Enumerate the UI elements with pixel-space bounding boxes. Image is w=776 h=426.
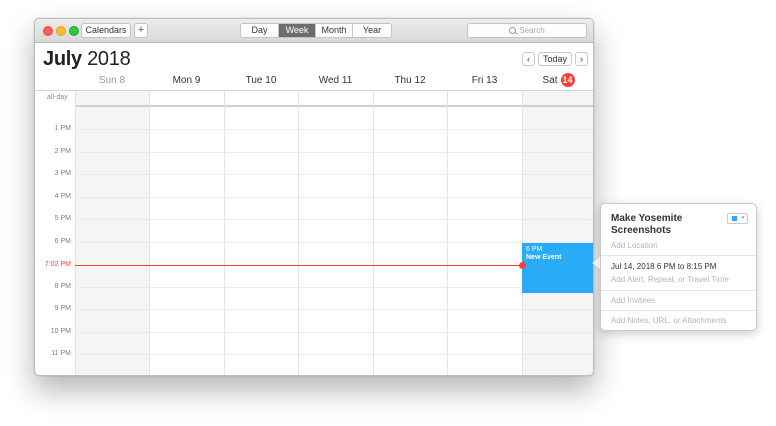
day-header-fri: Fri 13 <box>471 75 498 86</box>
all-day-label: all-day <box>47 94 68 101</box>
current-time-dot <box>519 262 526 269</box>
new-event-block[interactable]: 6 PM New Event <box>522 243 593 293</box>
column-divider <box>447 91 448 375</box>
hour-line <box>75 354 593 355</box>
today-button[interactable]: Today <box>538 52 572 66</box>
hour-line <box>75 197 593 198</box>
event-details-popover: Make Yosemite Screenshots ⌄ Add Location… <box>600 203 757 331</box>
today-badge: 14 <box>560 73 575 87</box>
alert-repeat-field[interactable]: Add Alert, Repeat, or Travel Time <box>611 275 729 284</box>
hour-label: 3 PM <box>54 170 71 177</box>
invitees-field[interactable]: Add Invitees <box>611 296 655 305</box>
view-month-tab[interactable]: Month <box>316 24 353 37</box>
chevron-down-icon: ⌄ <box>740 213 746 220</box>
location-field[interactable]: Add Location <box>611 241 658 250</box>
current-time-line <box>75 265 522 266</box>
weekend-column-sun <box>75 91 149 375</box>
column-divider <box>149 91 150 375</box>
hour-line <box>75 152 593 153</box>
event-title-field[interactable]: Make Yosemite Screenshots <box>611 213 721 237</box>
hour-line <box>75 174 593 175</box>
calendar-color-picker[interactable]: ⌄ <box>727 213 748 224</box>
search-input[interactable]: Search <box>467 23 587 38</box>
zoom-window-button[interactable] <box>69 26 79 36</box>
hour-line <box>75 219 593 220</box>
day-header-wed: Wed 11 <box>318 75 353 86</box>
hour-label: 8 PM <box>54 283 71 290</box>
view-year-tab[interactable]: Year <box>353 24 391 37</box>
day-header-thu: Thu 12 <box>394 75 426 86</box>
hour-label: 2 PM <box>54 148 71 155</box>
hour-label: 5 PM <box>54 215 71 222</box>
month-name: July <box>43 48 82 70</box>
hour-line <box>75 332 593 333</box>
column-divider <box>298 91 299 375</box>
popover-divider <box>601 310 756 311</box>
search-icon <box>509 27 517 34</box>
hour-line <box>75 287 593 288</box>
add-event-button[interactable]: + <box>134 23 148 38</box>
hour-label: 4 PM <box>54 193 71 200</box>
calendar-window: Calendars + Day Week Month Year Search J… <box>34 18 594 376</box>
hour-line <box>75 309 593 310</box>
day-header-sat: Sat 14 <box>542 73 575 87</box>
event-date-time[interactable]: Jul 14, 2018 6 PM to 8:15 PM <box>611 262 716 271</box>
day-header-tue: Tue 10 <box>245 75 277 86</box>
hour-label: 9 PM <box>54 305 71 312</box>
year-label: 2018 <box>87 48 131 70</box>
next-week-button[interactable]: › <box>575 52 588 66</box>
all-day-separator <box>75 105 593 107</box>
notes-field[interactable]: Add Notes, URL, or Attachments <box>611 316 727 325</box>
minimize-window-button[interactable] <box>56 26 66 36</box>
column-divider <box>75 91 76 375</box>
column-divider <box>224 91 225 375</box>
close-window-button[interactable] <box>43 26 53 36</box>
title-bar: Calendars + Day Week Month Year Search <box>35 19 593 43</box>
event-title: New Event <box>526 254 562 261</box>
column-divider <box>373 91 374 375</box>
search-placeholder: Search <box>519 26 545 35</box>
day-header-sun: Sun 8 <box>98 75 126 86</box>
view-week-tab[interactable]: Week <box>279 24 316 37</box>
hour-line <box>75 242 593 243</box>
month-title: July 2018 <box>43 48 131 71</box>
popover-divider <box>601 290 756 291</box>
current-time-label: 7:02 PM <box>44 261 71 268</box>
hour-label: 11 PM <box>51 350 71 357</box>
calendars-button[interactable]: Calendars <box>81 23 131 38</box>
view-day-tab[interactable]: Day <box>241 24 279 37</box>
previous-week-button[interactable]: ‹ <box>522 52 535 66</box>
hour-label: 10 PM <box>50 328 71 335</box>
event-time: 6 PM <box>526 246 543 253</box>
calendar-color-swatch <box>732 216 737 221</box>
weekend-column-sat <box>522 91 593 375</box>
hour-line <box>75 129 593 130</box>
day-header-mon: Mon 9 <box>172 75 201 86</box>
column-divider <box>522 91 523 375</box>
hour-label: 6 PM <box>54 238 71 245</box>
popover-divider <box>601 255 756 256</box>
view-switcher: Day Week Month Year <box>240 23 392 38</box>
hour-label: 1 PM <box>54 125 71 132</box>
